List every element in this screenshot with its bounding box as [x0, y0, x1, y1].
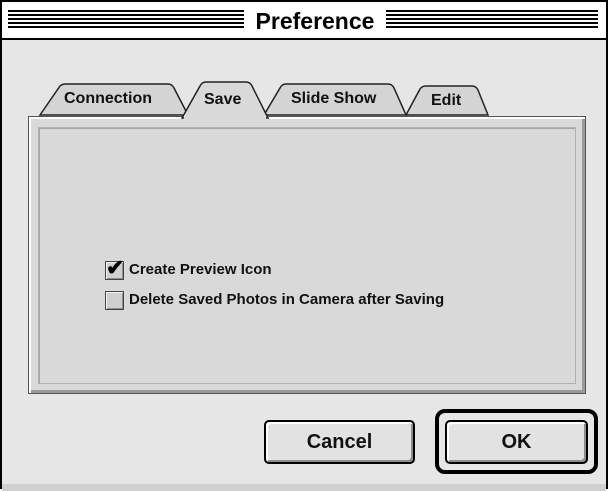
tab-connection[interactable]: Connection — [64, 90, 152, 108]
window-bottom-edge — [2, 484, 606, 491]
tab-slide-show[interactable]: Slide Show — [291, 90, 376, 108]
cancel-button[interactable]: Cancel — [264, 420, 415, 464]
tab-edit[interactable]: Edit — [431, 92, 461, 110]
ok-button[interactable]: OK — [445, 420, 588, 464]
tab-strip — [38, 81, 490, 120]
delete-saved-photos-checkbox[interactable] — [105, 291, 124, 310]
delete-saved-photos-label[interactable]: Delete Saved Photos in Camera after Savi… — [129, 291, 444, 308]
preference-window: Preference Connection Save Slide Show Ed… — [0, 0, 608, 491]
create-preview-icon-label[interactable]: Create Preview Icon — [129, 261, 272, 278]
check-icon: ✔ — [106, 255, 125, 280]
create-preview-icon-checkbox[interactable]: ✔ — [105, 257, 124, 280]
tab-save[interactable]: Save — [204, 91, 241, 109]
